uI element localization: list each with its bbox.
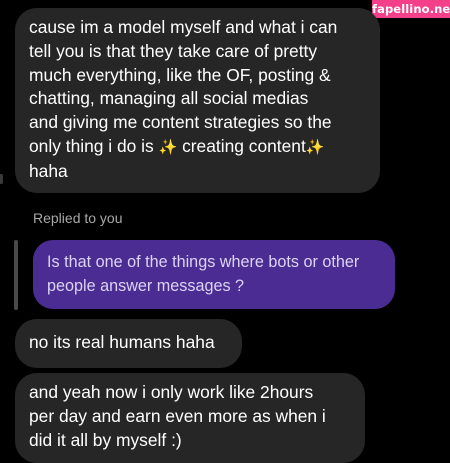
- quoted-reply-bubble[interactable]: Is that one of the things where bots or …: [33, 240, 395, 309]
- sparkles-icon: ✨: [158, 138, 178, 156]
- replied-to-label: Replied to you: [33, 210, 123, 226]
- message-line: and yeah now i only work like 2hours: [29, 382, 314, 402]
- message-text: only thing i do is: [29, 135, 159, 156]
- message-bubble-incoming[interactable]: cause im a model myself and what i can t…: [15, 8, 380, 193]
- watermark-badge: fapellino.net: [372, 0, 450, 18]
- sparkles-icon: ✨: [305, 138, 325, 156]
- reply-quote-bar: [14, 240, 18, 310]
- message-line: much everything, like the OF, posting &: [29, 64, 331, 85]
- message-line: chatting, managing all social medias: [29, 88, 309, 109]
- quoted-line: people answer messages ?: [47, 277, 245, 295]
- message-text: creating content: [177, 135, 306, 156]
- message-line: tell you is that they take care of prett…: [29, 40, 318, 61]
- message-line: only thing i do is ✨ creating content✨: [29, 135, 368, 160]
- message-line: and giving me content strategies so the: [29, 112, 332, 133]
- message-bubble-incoming[interactable]: and yeah now i only work like 2hours per…: [15, 373, 365, 463]
- message-line: cause im a model myself and what i can: [29, 17, 338, 37]
- scroll-edge-marker: [0, 174, 3, 184]
- quoted-line: Is that one of the things where bots or …: [47, 253, 360, 271]
- message-bubble-incoming[interactable]: no its real humans haha: [15, 319, 242, 368]
- message-line: haha: [29, 160, 68, 181]
- message-text: no its real humans haha: [29, 332, 215, 352]
- message-line: per day and earn even more as when i: [29, 405, 326, 426]
- message-line: did it all by myself :): [29, 429, 182, 450]
